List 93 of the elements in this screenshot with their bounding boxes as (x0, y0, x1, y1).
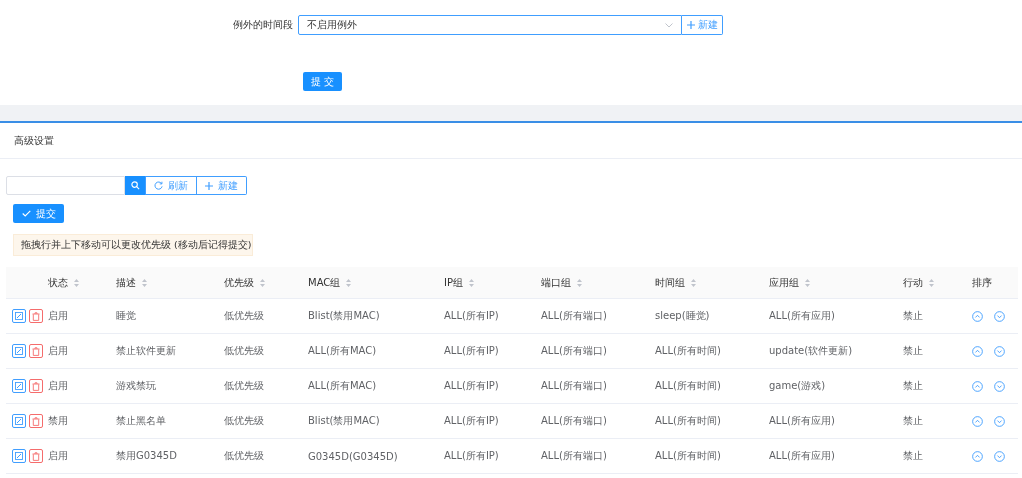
table-cell: ALL(所有MAC) (308, 345, 377, 356)
table-cell: ALL(所有时间) (655, 345, 721, 356)
table-cell: ALL(所有IP) (444, 380, 499, 391)
move-down-icon[interactable] (994, 380, 1005, 392)
search-icon (130, 181, 140, 190)
move-down-icon[interactable] (994, 415, 1005, 427)
table-cell: 禁止黑名单 (116, 415, 166, 426)
table-cell: 禁止软件更新 (116, 345, 176, 356)
sort-icon[interactable] (577, 278, 582, 287)
time-select[interactable]: 不启用例外 (298, 15, 682, 35)
column-header[interactable]: MAC组 (308, 275, 352, 290)
panel-title: 高级设置 (0, 123, 1022, 159)
table-cell: 启用 (48, 345, 68, 356)
table-cell: ALL(所有IP) (444, 450, 499, 461)
table-cell: 禁止 (903, 310, 923, 321)
edit-button[interactable] (12, 379, 26, 393)
column-header[interactable]: IP组 (444, 275, 474, 290)
table-cell: 禁止 (903, 380, 923, 391)
edit-button[interactable] (12, 344, 26, 358)
table-cell: ALL(所有端口) (541, 450, 607, 461)
table-cell: 禁止 (903, 415, 923, 426)
move-up-icon[interactable] (972, 310, 983, 322)
sort-icon[interactable] (260, 278, 265, 287)
table-cell: 低优先级 (224, 450, 264, 461)
column-header[interactable]: 端口组 (541, 275, 582, 290)
table-cell: ALL(所有时间) (655, 380, 721, 391)
check-icon (21, 210, 31, 217)
edit-button[interactable] (12, 414, 26, 428)
move-down-icon[interactable] (994, 450, 1005, 462)
table-cell: ALL(所有IP) (444, 345, 499, 356)
hint-alert: 拖拽行并上下移动可以更改优先级 (移动后记得提交) (13, 234, 253, 256)
table-cell: ALL(所有端口) (541, 415, 607, 426)
move-up-icon[interactable] (972, 415, 983, 427)
table-cell: update(软件更新) (769, 345, 853, 356)
table-cell: 低优先级 (224, 415, 264, 426)
table-cell: ALL(所有应用) (769, 310, 835, 321)
table-cell: Blist(禁用MAC) (308, 310, 380, 321)
refresh-icon (154, 181, 163, 190)
table-cell: G0345D(G0345D) (308, 450, 398, 462)
move-up-icon[interactable] (972, 380, 983, 392)
table-cell: ALL(所有端口) (541, 310, 607, 321)
delete-button[interactable] (29, 414, 43, 428)
table-cell: 禁用G0345D (116, 450, 177, 461)
table-cell: 低优先级 (224, 345, 264, 356)
table-cell: 禁用 (48, 415, 68, 426)
table-cell: 禁止 (903, 450, 923, 461)
plus-icon (205, 181, 213, 190)
delete-button[interactable] (29, 379, 43, 393)
table-cell: game(游戏) (769, 380, 826, 391)
table-cell: ALL(所有端口) (541, 380, 607, 391)
sort-icon[interactable] (74, 278, 79, 287)
table-cell: 启用 (48, 310, 68, 321)
table-cell: 低优先级 (224, 310, 264, 321)
table-cell: ALL(所有时间) (655, 415, 721, 426)
table-cell: 睡觉 (116, 310, 136, 321)
table-cell: ALL(所有IP) (444, 310, 499, 321)
sort-icon[interactable] (805, 278, 810, 287)
delete-button[interactable] (29, 344, 43, 358)
table-cell: ALL(所有MAC) (308, 380, 377, 391)
table-cell: 游戏禁玩 (116, 380, 156, 391)
table-cell: 低优先级 (224, 380, 264, 391)
move-up-icon[interactable] (972, 345, 983, 357)
sort-icon[interactable] (691, 278, 696, 287)
move-down-icon[interactable] (994, 310, 1005, 322)
column-header[interactable]: 应用组 (769, 275, 810, 290)
table-cell: 启用 (48, 450, 68, 461)
edit-button[interactable] (12, 449, 26, 463)
search-button[interactable] (125, 176, 145, 195)
move-down-icon[interactable] (994, 345, 1005, 357)
table-cell: ALL(所有时间) (655, 450, 721, 461)
table-cell: ALL(所有应用) (769, 450, 835, 461)
plus-icon (686, 21, 695, 29)
search-field[interactable] (6, 176, 125, 195)
delete-button[interactable] (29, 449, 43, 463)
table-cell: 启用 (48, 380, 68, 391)
table-cell: 禁止 (903, 345, 923, 356)
delete-button[interactable] (29, 309, 43, 323)
sort-icon[interactable] (142, 278, 147, 287)
chevron-down-icon (665, 22, 673, 28)
table-cell: ALL(所有应用) (769, 415, 835, 426)
table-cell: Blist(禁用MAC) (308, 415, 380, 426)
table-cell: ALL(所有端口) (541, 345, 607, 356)
edit-button[interactable] (12, 309, 26, 323)
column-header: 排序 (972, 275, 992, 290)
sort-icon[interactable] (346, 278, 352, 287)
column-header[interactable]: 描述 (116, 275, 147, 290)
sort-icon[interactable] (929, 278, 934, 287)
table-cell: ALL(所有IP) (444, 415, 499, 426)
move-up-icon[interactable] (972, 450, 983, 462)
table-cell: sleep(睡觉) (655, 310, 710, 321)
sort-icon[interactable] (469, 278, 474, 287)
column-header[interactable]: 时间组 (655, 275, 696, 290)
field-label: 例外的时间段 (232, 18, 294, 32)
